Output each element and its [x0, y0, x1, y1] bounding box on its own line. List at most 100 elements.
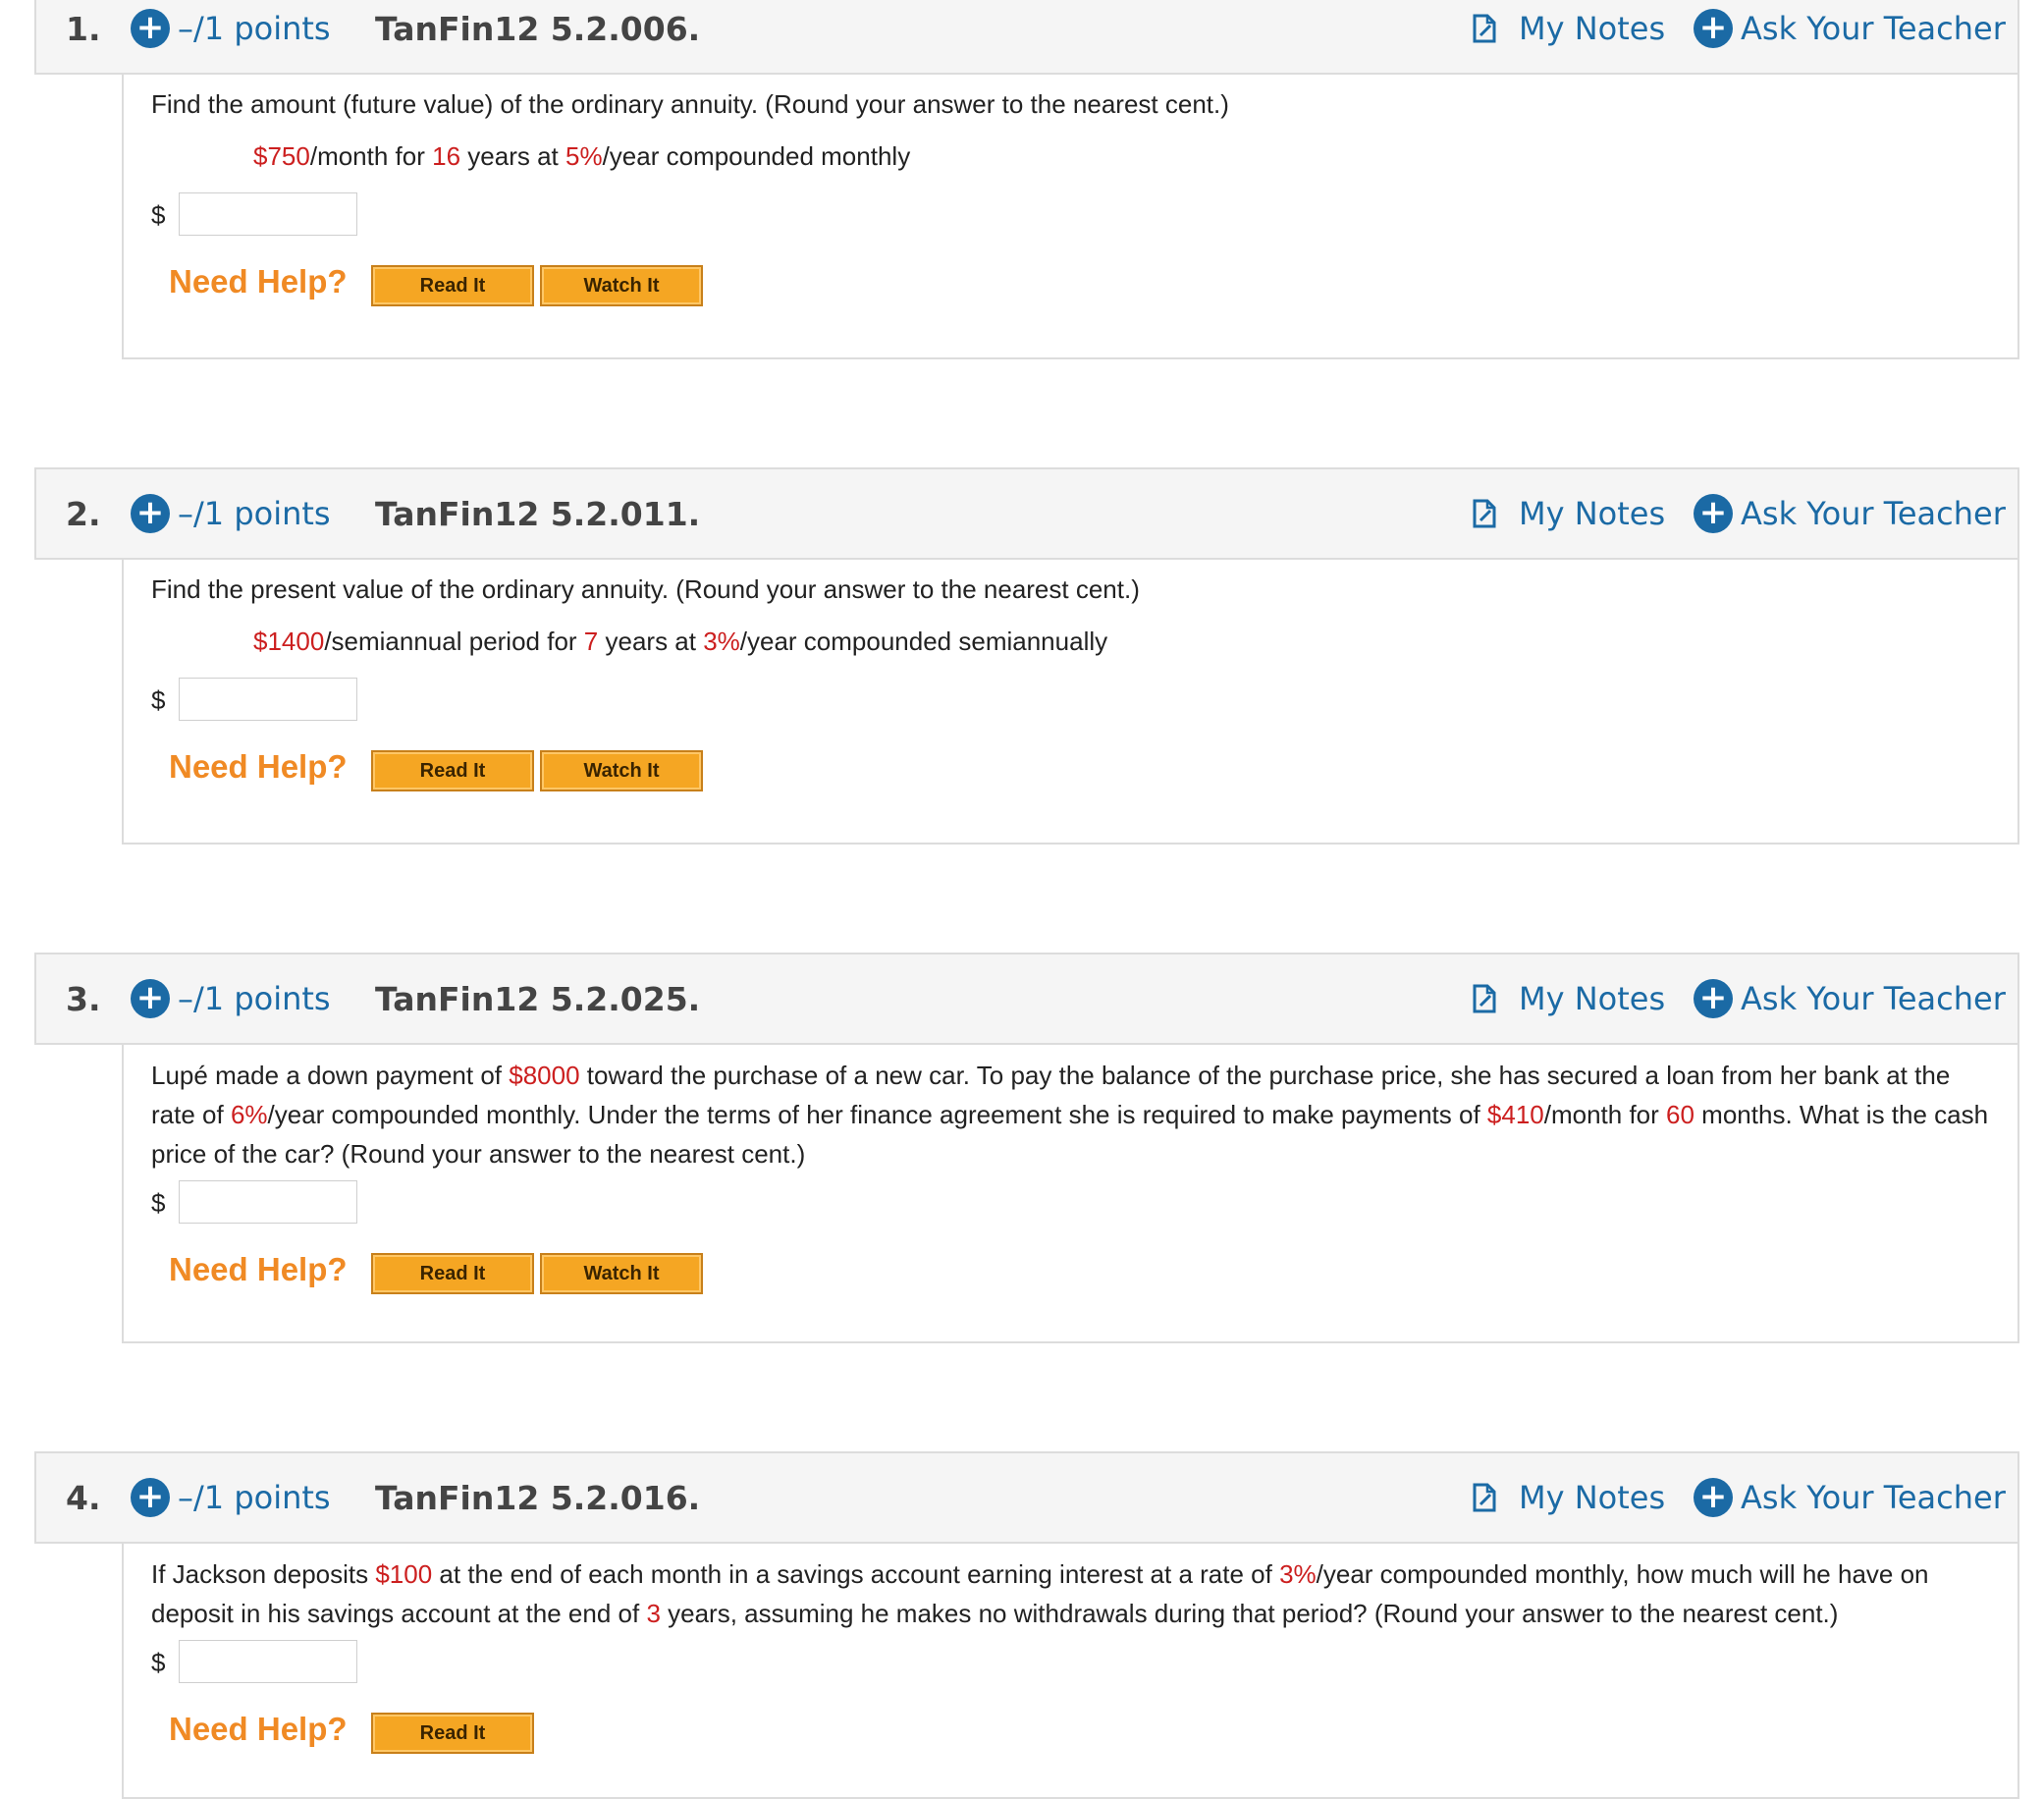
read-it-button[interactable]: Read It	[371, 1253, 534, 1294]
currency-symbol: $	[151, 1648, 166, 1677]
watch-it-button[interactable]: Watch It	[540, 1253, 703, 1294]
currency-symbol: $	[151, 1188, 166, 1218]
my-notes-label: My Notes	[1519, 1479, 1666, 1516]
question-prompt: Find the present value of the ordinary a…	[151, 574, 1140, 604]
given-text: years at	[460, 141, 565, 171]
answer-input[interactable]	[179, 192, 357, 236]
my-notes-link[interactable]: My Notes	[1472, 0, 1665, 73]
ask-your-teacher-link[interactable]: + Ask Your Teacher	[1694, 954, 2006, 1043]
need-help-label: Need Help?	[169, 748, 348, 785]
watch-it-button[interactable]: Watch It	[540, 265, 703, 306]
prompt-text: /month for	[1543, 1100, 1667, 1129]
plus-circle-icon: +	[131, 9, 170, 48]
ask-your-teacher-label: Ask Your Teacher	[1741, 495, 2006, 532]
read-it-button[interactable]: Read It	[371, 265, 534, 306]
my-notes-label: My Notes	[1519, 495, 1666, 532]
years-value: 3	[646, 1599, 661, 1628]
given-text: /year compounded semiannually	[739, 627, 1108, 656]
my-notes-label: My Notes	[1519, 10, 1666, 47]
prompt-text: at the end of each month in a savings ac…	[432, 1559, 1280, 1589]
currency-symbol: $	[151, 685, 166, 715]
question-number: 1.	[66, 9, 101, 48]
question-header: 4. + –/1 points TanFin12 5.2.016. My Not…	[34, 1451, 2019, 1544]
plus-circle-icon: +	[1694, 494, 1733, 533]
question-id: TanFin12 5.2.016.	[375, 1478, 701, 1517]
need-help-label: Need Help?	[169, 1251, 348, 1287]
question-number: 4.	[66, 1478, 101, 1517]
deposit-value: $100	[375, 1559, 433, 1589]
ask-your-teacher-label: Ask Your Teacher	[1741, 10, 2006, 47]
points-toggle[interactable]: + –/1 points	[131, 0, 331, 73]
given-text: /semiannual period for	[324, 627, 584, 656]
currency-symbol: $	[151, 200, 166, 230]
points-toggle[interactable]: + –/1 points	[131, 469, 331, 558]
given-rate: 3%	[703, 627, 740, 656]
my-notes-link[interactable]: My Notes	[1472, 469, 1665, 558]
points-label: –/1 points	[178, 495, 331, 532]
question-prompt: Find the amount (future value) of the or…	[151, 89, 1229, 119]
points-label: –/1 points	[178, 980, 331, 1017]
notes-document-icon	[1473, 499, 1496, 528]
question-header: 2. + –/1 points TanFin12 5.2.011. My Not…	[34, 467, 2019, 560]
given-years: 7	[583, 627, 599, 656]
question-id: TanFin12 5.2.006.	[375, 9, 701, 48]
question-id: TanFin12 5.2.025.	[375, 979, 701, 1018]
question-body: Find the present value of the ordinary a…	[122, 560, 2019, 845]
given-text: /month for	[309, 141, 433, 171]
given-text: /year compounded monthly	[602, 141, 911, 171]
points-label: –/1 points	[178, 10, 331, 47]
plus-circle-icon: +	[131, 979, 170, 1018]
points-toggle[interactable]: + –/1 points	[131, 954, 331, 1043]
given-text: years at	[598, 627, 704, 656]
given-values: $750/month for 16 years at 5%/year compo…	[253, 136, 910, 176]
given-values: $1400/semiannual period for 7 years at 3…	[253, 622, 1107, 661]
points-toggle[interactable]: + –/1 points	[131, 1453, 331, 1542]
watch-it-button[interactable]: Watch It	[540, 750, 703, 791]
answer-input[interactable]	[179, 678, 357, 721]
months-value: 60	[1666, 1100, 1694, 1129]
plus-circle-icon: +	[1694, 979, 1733, 1018]
notes-document-icon	[1473, 984, 1496, 1013]
points-label: –/1 points	[178, 1479, 331, 1516]
plus-circle-icon: +	[1694, 1478, 1733, 1517]
rate-value: 3%	[1279, 1559, 1317, 1589]
ask-your-teacher-link[interactable]: + Ask Your Teacher	[1694, 0, 2006, 73]
read-it-button[interactable]: Read It	[371, 1713, 534, 1754]
question-number: 3.	[66, 979, 101, 1018]
plus-circle-icon: +	[1694, 9, 1733, 48]
question-number: 2.	[66, 494, 101, 533]
question-body: Lupé made a down payment of $8000 toward…	[122, 1045, 2019, 1343]
question-header: 3. + –/1 points TanFin12 5.2.025. My Not…	[34, 953, 2019, 1045]
prompt-text: years, assuming he makes no withdrawals …	[660, 1599, 1839, 1628]
ask-your-teacher-link[interactable]: + Ask Your Teacher	[1694, 1453, 2006, 1542]
prompt-text: If Jackson deposits	[151, 1559, 376, 1589]
my-notes-link[interactable]: My Notes	[1472, 1453, 1665, 1542]
given-rate: 5%	[565, 141, 603, 171]
ask-your-teacher-link[interactable]: + Ask Your Teacher	[1694, 469, 2006, 558]
question-prompt: If Jackson deposits $100 at the end of e…	[151, 1554, 1990, 1633]
ask-your-teacher-label: Ask Your Teacher	[1741, 1479, 2006, 1516]
question-prompt: Lupé made a down payment of $8000 toward…	[151, 1056, 1990, 1173]
given-amount: $750	[253, 141, 310, 171]
need-help-label: Need Help?	[169, 263, 348, 300]
given-amount: $1400	[253, 627, 325, 656]
my-notes-link[interactable]: My Notes	[1472, 954, 1665, 1043]
plus-circle-icon: +	[131, 494, 170, 533]
my-notes-label: My Notes	[1519, 980, 1666, 1017]
question-body: If Jackson deposits $100 at the end of e…	[122, 1544, 2019, 1799]
question-header: 1. + –/1 points TanFin12 5.2.006. My Not…	[34, 0, 2019, 75]
answer-input[interactable]	[179, 1180, 357, 1224]
prompt-text: /year compounded monthly. Under the term…	[267, 1100, 1487, 1129]
rate-value: 6%	[230, 1100, 268, 1129]
ask-your-teacher-label: Ask Your Teacher	[1741, 980, 2006, 1017]
plus-circle-icon: +	[131, 1478, 170, 1517]
prompt-text: Lupé made a down payment of	[151, 1061, 510, 1090]
answer-input[interactable]	[179, 1640, 357, 1683]
question-body: Find the amount (future value) of the or…	[122, 75, 2019, 359]
question-id: TanFin12 5.2.011.	[375, 494, 701, 533]
given-years: 16	[432, 141, 461, 171]
read-it-button[interactable]: Read It	[371, 750, 534, 791]
notes-document-icon	[1473, 14, 1496, 43]
notes-document-icon	[1473, 1483, 1496, 1512]
need-help-label: Need Help?	[169, 1711, 348, 1747]
